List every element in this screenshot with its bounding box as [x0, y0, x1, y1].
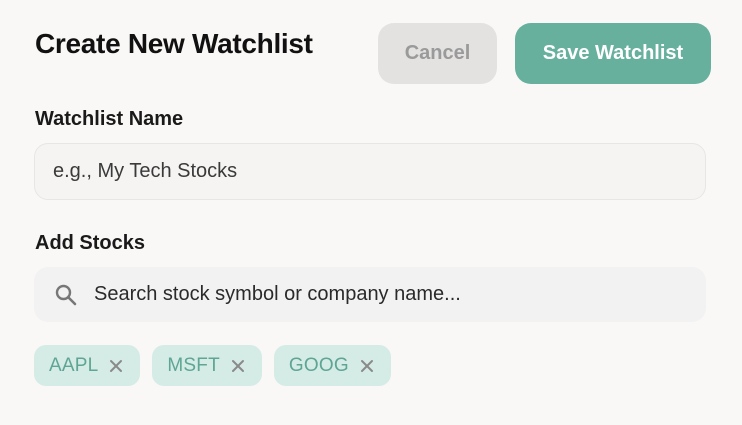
stock-chip-msft: MSFT: [152, 345, 262, 386]
watchlist-name-placeholder: e.g., My Tech Stocks: [53, 160, 238, 182]
modal-header: Create New Watchlist Cancel Save Watchli…: [0, 0, 742, 100]
page-title: Create New Watchlist: [35, 28, 313, 59]
close-icon[interactable]: [108, 358, 124, 374]
stock-chip-label: MSFT: [167, 354, 220, 376]
add-stocks-label: Add Stocks: [35, 232, 146, 254]
selected-stocks-list: AAPL MSFT GOOG: [34, 345, 391, 386]
search-icon: [54, 283, 78, 307]
save-watchlist-button[interactable]: Save Watchlist: [515, 23, 711, 84]
close-icon[interactable]: [359, 358, 375, 374]
watchlist-name-label: Watchlist Name: [35, 108, 184, 130]
watchlist-name-input[interactable]: e.g., My Tech Stocks: [34, 143, 706, 200]
cancel-button[interactable]: Cancel: [378, 23, 497, 84]
stock-search-placeholder: Search stock symbol or company name...: [94, 283, 461, 305]
stock-search-input[interactable]: Search stock symbol or company name...: [34, 267, 706, 322]
stock-chip-label: AAPL: [49, 354, 99, 376]
close-icon[interactable]: [230, 358, 246, 374]
stock-chip-label: GOOG: [288, 354, 349, 376]
stock-chip-goog: GOOG: [273, 345, 391, 386]
stock-chip-aapl: AAPL: [34, 345, 141, 386]
